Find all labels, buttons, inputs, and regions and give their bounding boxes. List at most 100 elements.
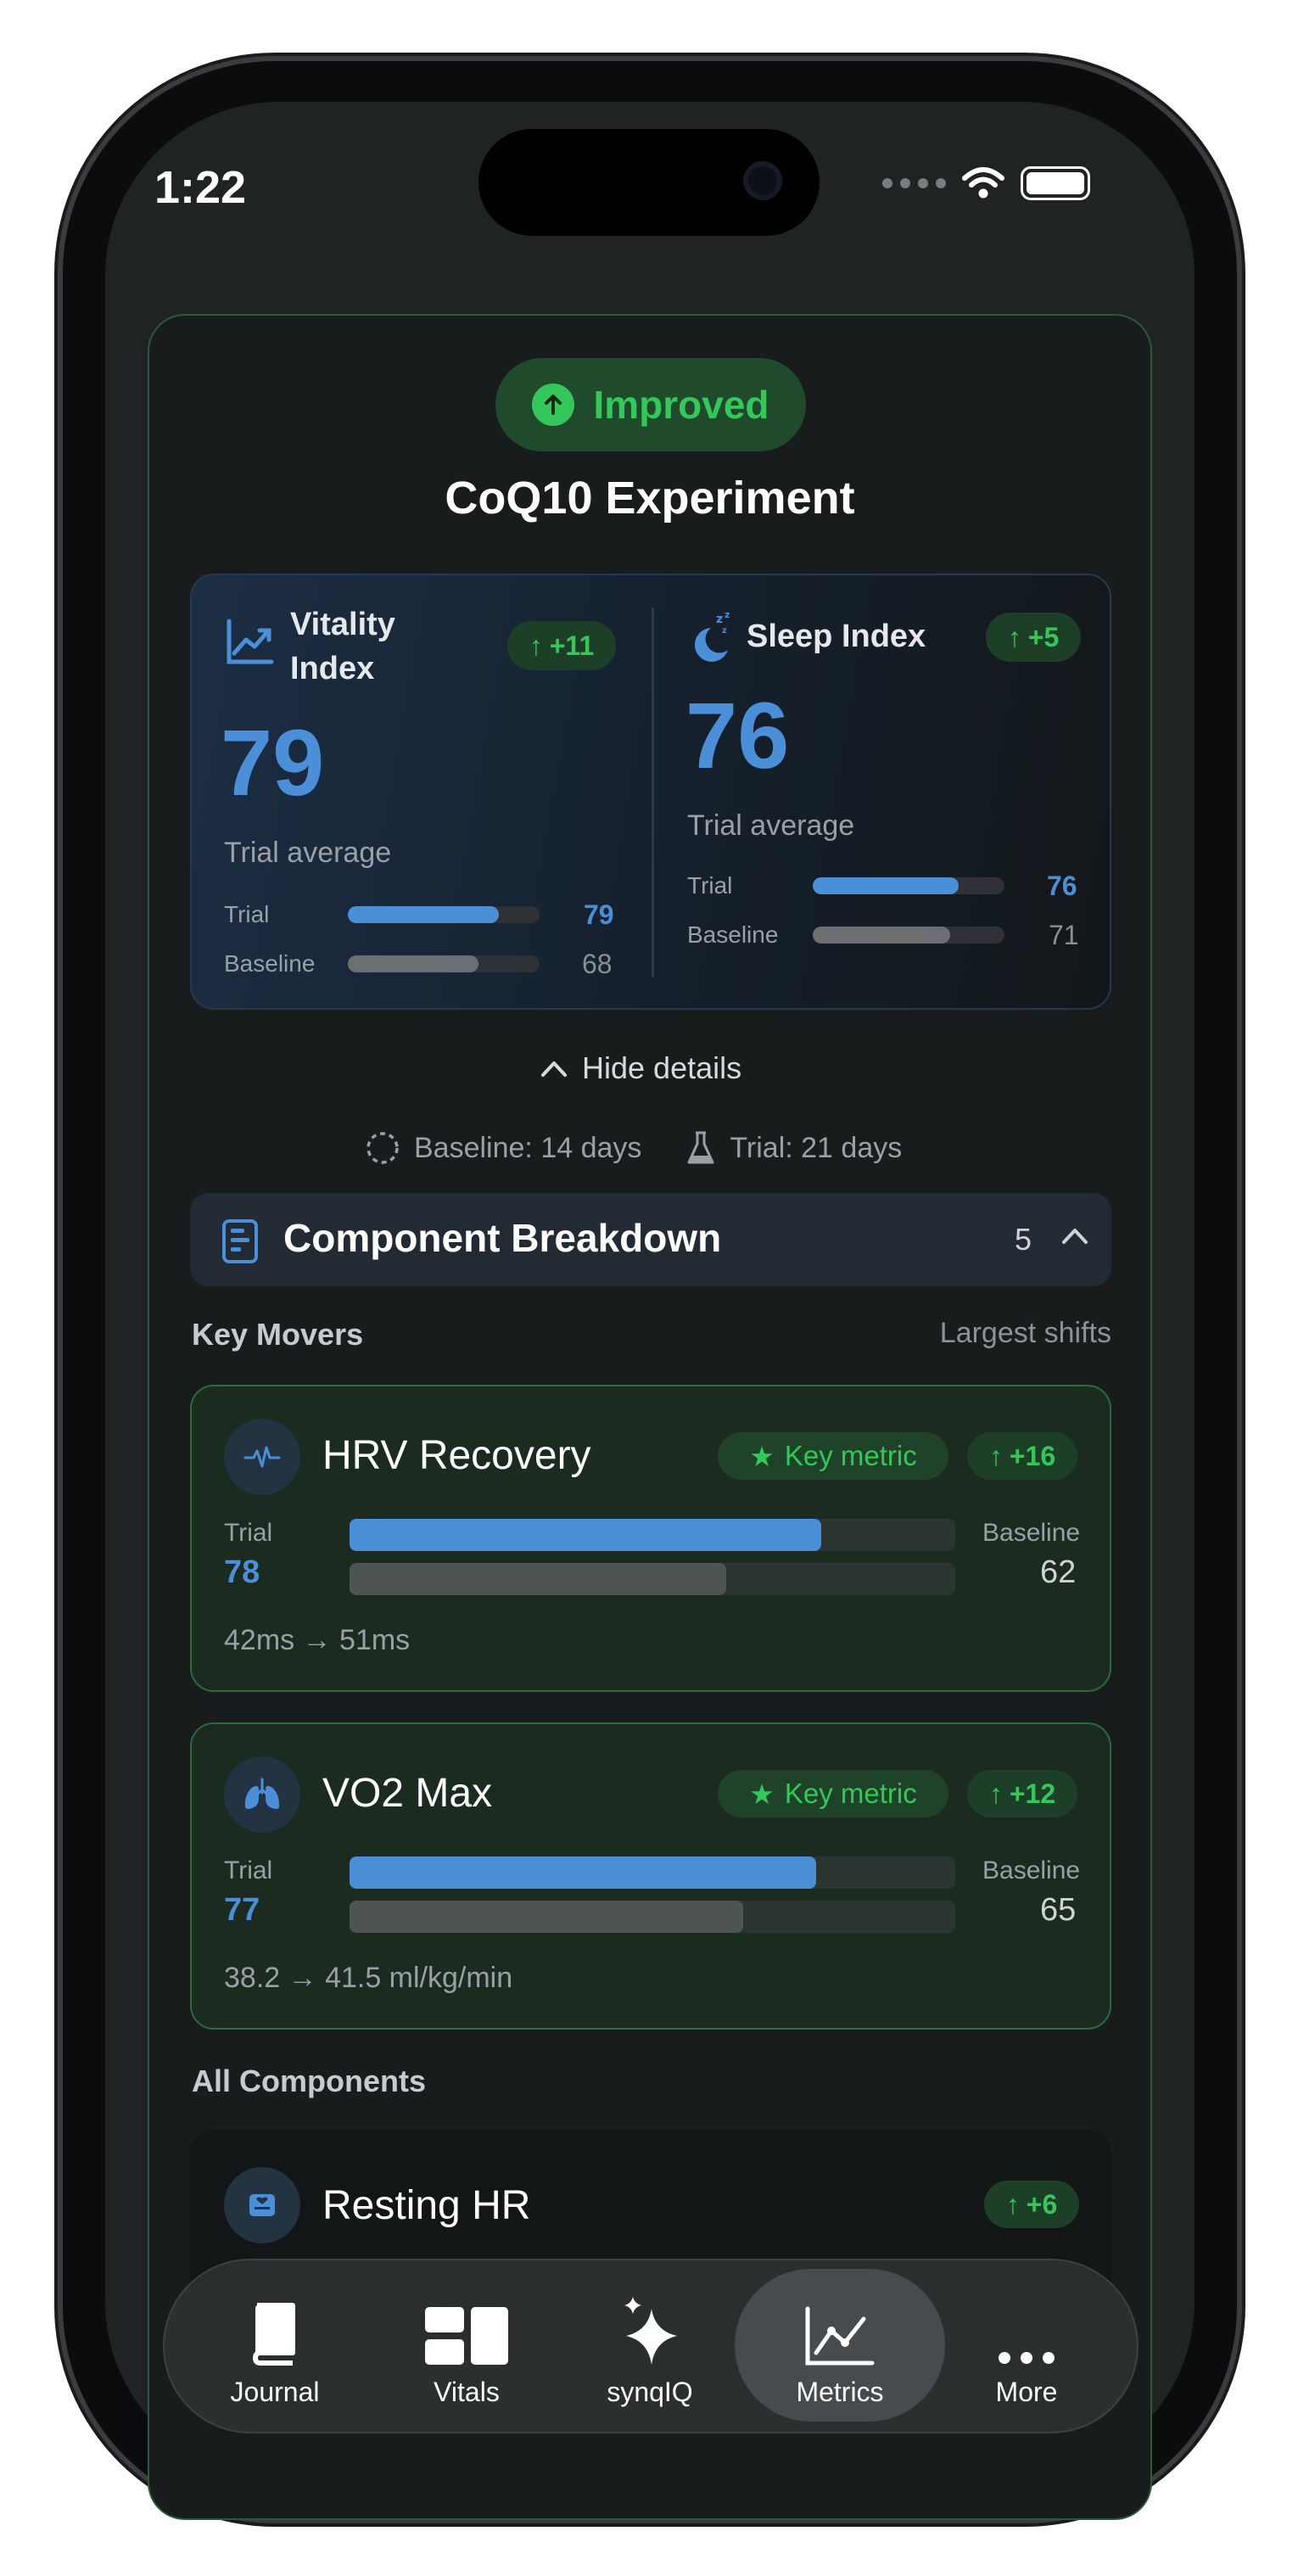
moon-zzz-icon: z z z <box>694 609 730 662</box>
star-icon: ★ <box>749 1778 775 1810</box>
arrow-up-icon: ↑ <box>1007 621 1021 652</box>
mover-delta-badge: ↑ +16 <box>967 1432 1077 1480</box>
duration-row: Baseline: 14 days Trial: 21 days <box>365 1130 902 1166</box>
key-metric-label: Key metric <box>784 1440 917 1471</box>
mover-name: HRV Recovery <box>322 1433 591 1478</box>
tab-label: Vitals <box>434 2377 500 2407</box>
hide-details-label: Hide details <box>582 1050 742 1085</box>
trial-value: 78 <box>224 1554 260 1590</box>
mover-delta-badge: ↑ +12 <box>967 1770 1077 1817</box>
mover-range: 42ms → 51ms <box>224 1624 411 1656</box>
component-delta: +6 <box>1026 2188 1058 2220</box>
component-count: 5 <box>1015 1222 1032 1257</box>
vitality-caption: Trial average <box>224 837 392 869</box>
vitality-delta-badge: ↑ +11 <box>507 621 616 670</box>
hide-details-button[interactable]: Hide details <box>540 1050 741 1086</box>
status-badge: Improved <box>495 358 806 451</box>
vitality-trial-value: 79 <box>584 899 614 930</box>
svg-text:z: z <box>725 609 730 620</box>
mover-delta: +12 <box>1009 1778 1056 1809</box>
status-time: 1:22 <box>154 162 247 213</box>
dashed-circle-icon <box>366 1132 399 1164</box>
chevron-up-icon <box>541 1061 567 1077</box>
tab-metrics[interactable]: Metrics <box>735 2269 945 2422</box>
sparkles-icon <box>624 2297 677 2365</box>
signal-dots-icon <box>882 178 946 188</box>
tab-more[interactable]: More <box>950 2269 1103 2422</box>
vitality-baseline-label: Baseline <box>224 950 316 977</box>
vitality-trial-label: Trial <box>224 901 270 927</box>
vitality-value: 79 <box>221 711 325 815</box>
key-movers-subheading: Largest shifts <box>939 1317 1111 1349</box>
arrow-up-icon: ↑ <box>529 630 543 661</box>
sleep-value: 76 <box>685 684 790 788</box>
divider <box>652 608 654 977</box>
key-metric-badge: ★ Key metric <box>718 1770 948 1817</box>
sleep-baseline-bar <box>813 927 950 944</box>
battery-icon <box>1021 166 1090 200</box>
sleep-delta-badge: ↑ +5 <box>986 613 1081 662</box>
trend-chart-icon <box>227 619 274 664</box>
sleep-index-label: Sleep Index <box>747 619 926 654</box>
arrow-up-icon: ↑ <box>988 1440 1003 1471</box>
vitality-delta: +11 <box>549 630 595 661</box>
lungs-icon <box>224 1756 300 1833</box>
tab-vitals[interactable]: Vitals <box>390 2269 543 2422</box>
sleep-trial-bar <box>813 877 959 894</box>
heartbeat-icon <box>224 1419 300 1495</box>
tab-label: synqIQ <box>607 2377 693 2407</box>
book-icon <box>253 2303 295 2366</box>
trial-bar <box>350 1856 816 1889</box>
sleep-trial-label: Trial <box>687 872 733 899</box>
status-icons <box>882 166 1090 200</box>
sleep-baseline-value: 71 <box>1049 920 1079 950</box>
grid-icon <box>425 2307 508 2365</box>
baseline-label: Baseline <box>982 1519 1081 1547</box>
mover-delta: +16 <box>1009 1440 1056 1471</box>
vitality-baseline-bar <box>348 955 478 972</box>
wifi-icon <box>962 167 1004 199</box>
component-breakdown-title: Component Breakdown <box>283 1216 722 1260</box>
all-components-heading: All Components <box>192 2064 426 2098</box>
key-metric-badge: ★ Key metric <box>718 1432 948 1480</box>
baseline-duration: Baseline: 14 days <box>414 1131 642 1164</box>
sleep-baseline-label: Baseline <box>687 921 779 948</box>
baseline-bar <box>350 1901 743 1933</box>
baseline-bar <box>350 1563 726 1595</box>
sleep-trial-value: 76 <box>1047 871 1077 901</box>
arrow-up-circle-icon <box>532 384 575 426</box>
ellipsis-icon <box>999 2352 1055 2364</box>
chevron-up-icon <box>1062 1229 1088 1244</box>
svg-text:z: z <box>722 626 727 636</box>
tab-journal[interactable]: Journal <box>199 2269 351 2422</box>
tab-label: Journal <box>230 2377 320 2407</box>
trial-bar <box>350 1519 821 1551</box>
baseline-value: 65 <box>1040 1892 1077 1928</box>
mover-range: 38.2 → 41.5 ml/kg/min <box>224 1962 513 1994</box>
status-label: Improved <box>593 383 769 427</box>
chart-icon <box>805 2306 875 2366</box>
tab-label: More <box>995 2377 1058 2407</box>
trial-duration: Trial: 21 days <box>730 1131 903 1164</box>
sleep-delta: +5 <box>1027 621 1060 652</box>
tab-synqiq[interactable]: synqIQ <box>573 2269 726 2422</box>
baseline-label: Baseline <box>982 1856 1081 1884</box>
camera-icon <box>743 161 782 200</box>
heart-card-icon <box>224 2167 300 2243</box>
mover-name: VO2 Max <box>322 1771 493 1816</box>
key-movers-heading: Key Movers <box>192 1317 364 1352</box>
svg-text:z: z <box>716 613 723 626</box>
vitality-index-label: Vitality Index <box>290 607 395 686</box>
component-delta-badge: ↑ +6 <box>984 2181 1079 2228</box>
trial-label: Trial <box>224 1519 273 1547</box>
trial-value: 77 <box>224 1892 260 1928</box>
arrow-up-icon: ↑ <box>1005 2188 1020 2220</box>
page-title: CoQ10 Experiment <box>445 473 855 524</box>
trial-label: Trial <box>224 1856 273 1884</box>
vitality-trial-bar <box>348 906 499 923</box>
component-name: Resting HR <box>322 2183 531 2228</box>
tab-label: Metrics <box>796 2377 884 2407</box>
vitality-baseline-value: 68 <box>582 949 613 979</box>
arrow-up-icon: ↑ <box>988 1778 1003 1809</box>
sleep-caption: Trial average <box>687 809 855 842</box>
